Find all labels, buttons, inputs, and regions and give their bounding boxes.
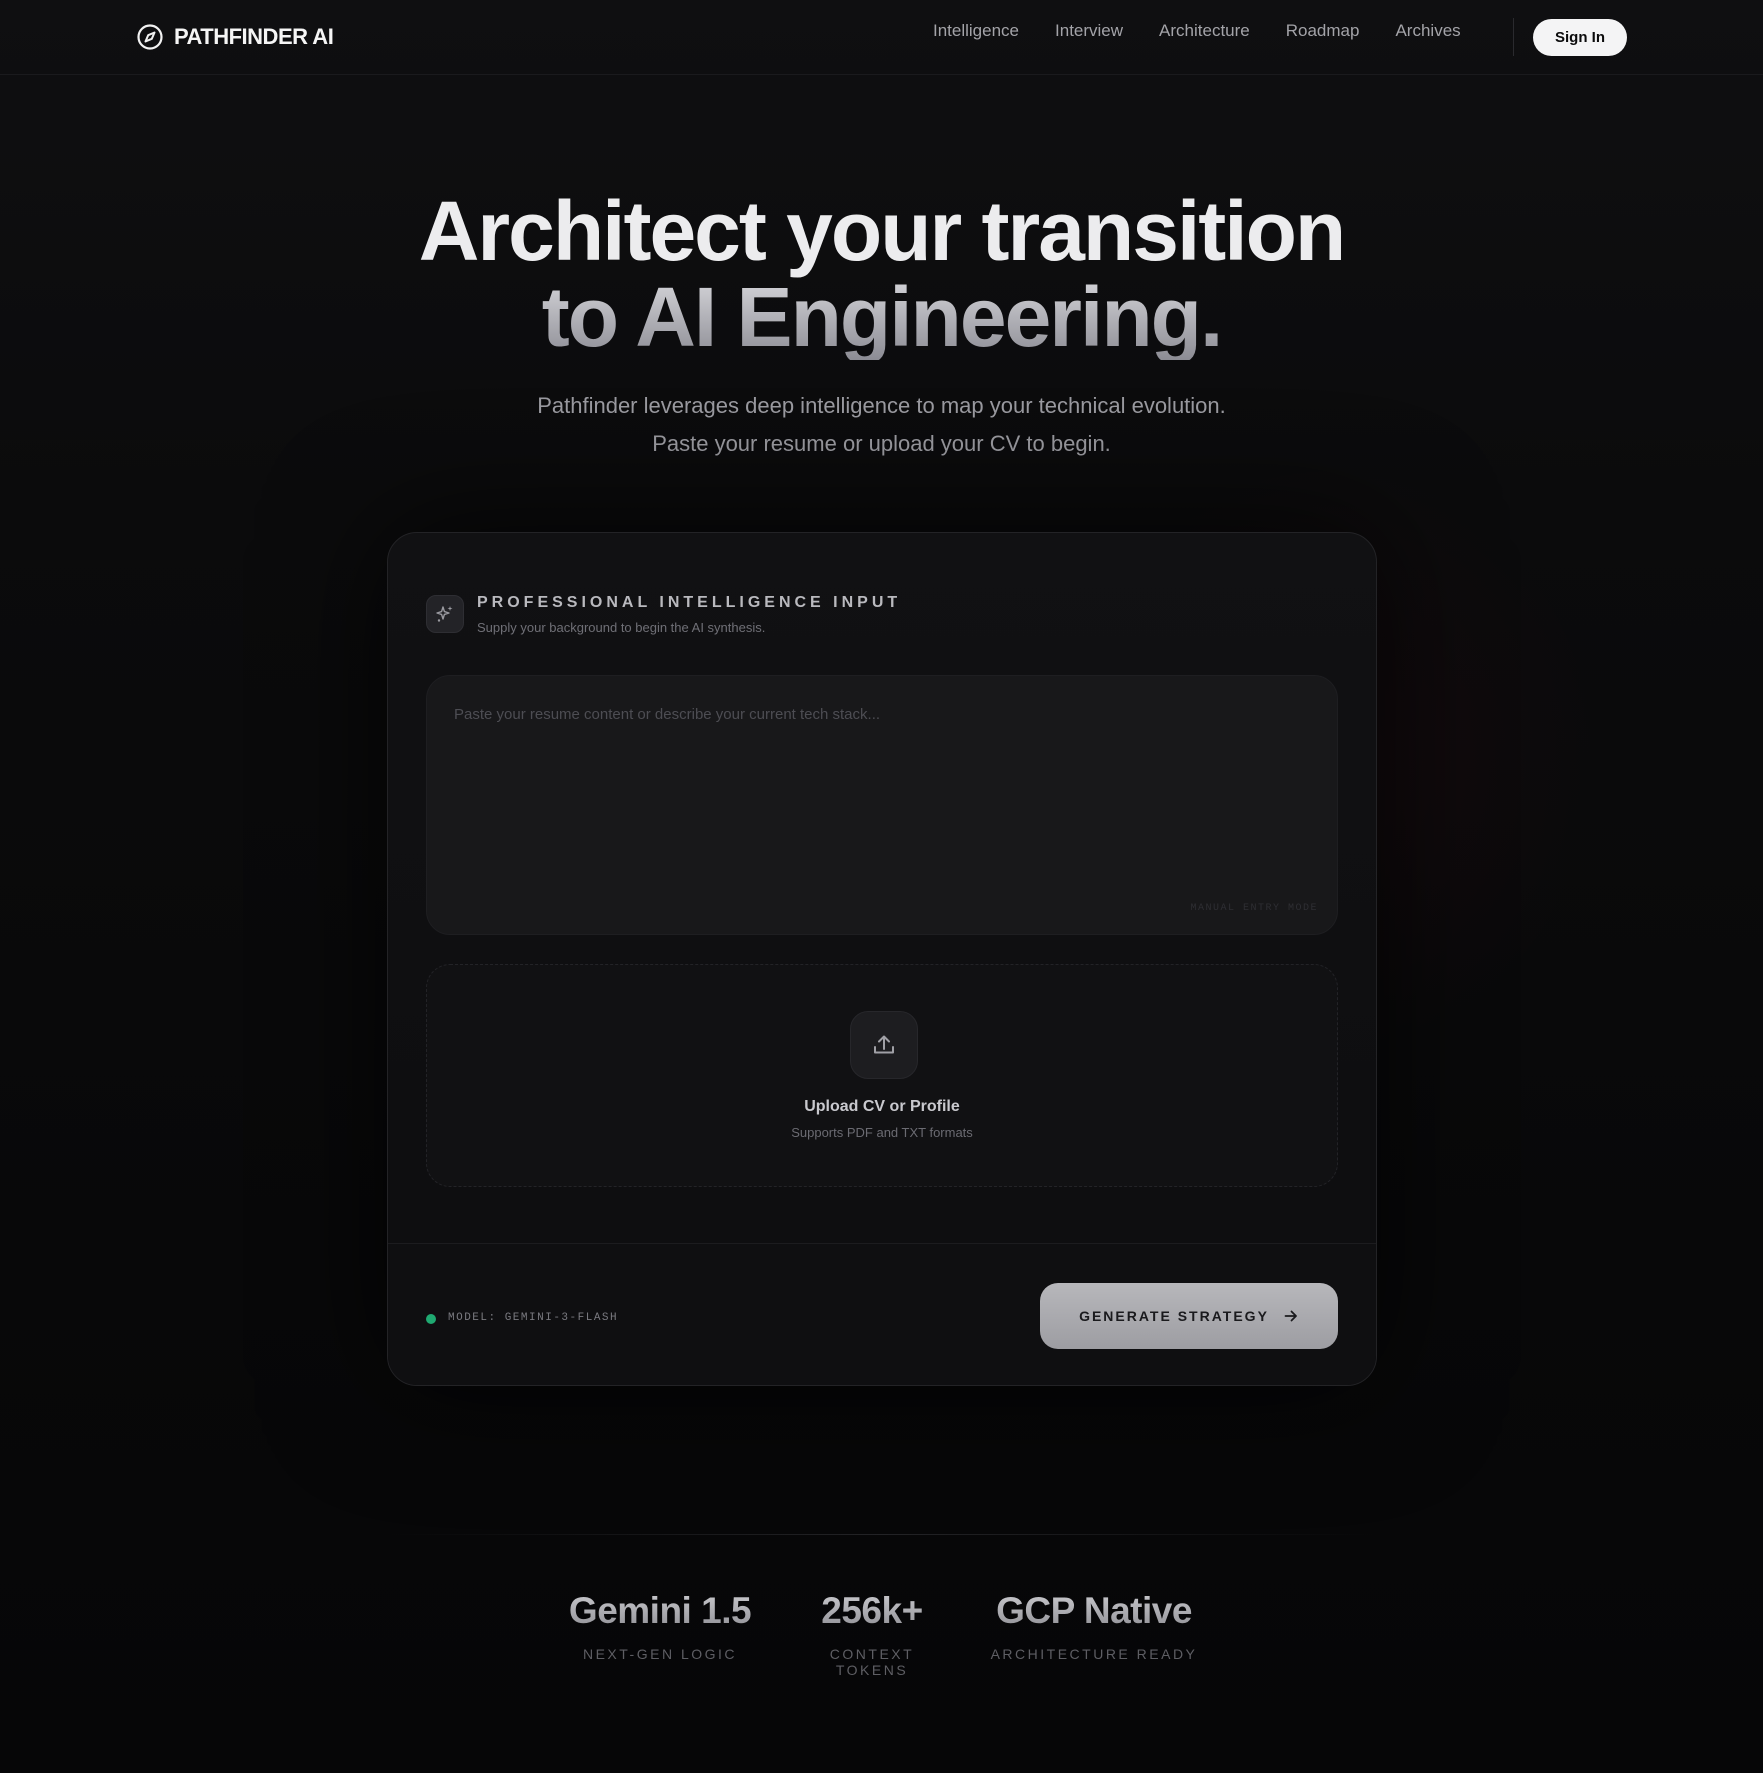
model-status-dot	[426, 1314, 436, 1324]
stat-label: ARCHITECTURE READY	[990, 1646, 1198, 1662]
nav-link-intelligence[interactable]: Intelligence	[915, 20, 1037, 42]
hero-subtitle-line-1: Pathfinder leverages deep intelligence t…	[537, 393, 1226, 418]
compass-icon	[137, 24, 163, 50]
resume-textarea[interactable]	[427, 676, 1337, 934]
resume-textarea-container: MANUAL ENTRY MODE	[426, 675, 1338, 935]
stat-value: Gemini 1.5	[560, 1588, 760, 1634]
stat-gemini: Gemini 1.5 NEXT-GEN LOGIC	[560, 1588, 760, 1662]
stats-divider	[387, 1534, 1377, 1535]
upload-subtitle: Supports PDF and TXT formats	[791, 1125, 973, 1140]
top-navigation: PATHFINDER AI Intelligence Interview Arc…	[0, 0, 1763, 75]
card-title: PROFESSIONAL INTELLIGENCE INPUT	[477, 594, 902, 611]
stat-label: NEXT-GEN LOGIC	[582, 1646, 738, 1662]
nav-link-archives[interactable]: Archives	[1377, 20, 1478, 42]
hero-subtitle-line-2: Paste your resume or upload your CV to b…	[652, 431, 1111, 456]
nav-links: Intelligence Interview Architecture Road…	[915, 20, 1479, 42]
stat-context-tokens: 256k+ CONTEXT TOKENS	[791, 1588, 953, 1678]
stat-label: CONTEXT TOKENS	[829, 1646, 915, 1678]
sign-in-button[interactable]: Sign In	[1533, 19, 1627, 56]
generate-strategy-label: GENERATE STRATEGY	[1079, 1308, 1269, 1324]
hero-title-line-2: to AI Engineering.	[0, 274, 1763, 360]
hero-subtitle: Pathfinder leverages deep intelligence t…	[0, 387, 1763, 463]
upload-icon	[850, 1011, 918, 1079]
sparkles-icon	[426, 595, 464, 633]
nav-divider	[1513, 18, 1514, 56]
stat-gcp-native: GCP Native ARCHITECTURE READY	[985, 1588, 1203, 1662]
brand-logo[interactable]: PATHFINDER AI	[136, 23, 334, 51]
hero-title-line-1: Architect your transition	[418, 184, 1346, 278]
card-description: Supply your background to begin the AI s…	[477, 620, 766, 635]
generate-strategy-button[interactable]: GENERATE STRATEGY	[1040, 1283, 1338, 1349]
arrow-right-icon	[1284, 1310, 1297, 1322]
stat-value: GCP Native	[985, 1588, 1203, 1634]
nav-link-interview[interactable]: Interview	[1037, 20, 1141, 42]
manual-entry-mode-tag: MANUAL ENTRY MODE	[1190, 903, 1318, 914]
upload-title: Upload CV or Profile	[804, 1098, 960, 1115]
nav-link-roadmap[interactable]: Roadmap	[1268, 20, 1378, 42]
nav-link-architecture[interactable]: Architecture	[1141, 20, 1268, 42]
intelligence-input-card: PROFESSIONAL INTELLIGENCE INPUT Supply y…	[387, 532, 1377, 1386]
card-footer: MODEL: GEMINI-3-FLASH GENERATE STRATEGY	[388, 1243, 1376, 1385]
model-label: MODEL: GEMINI-3-FLASH	[448, 1312, 619, 1324]
stat-value: 256k+	[791, 1588, 953, 1634]
hero-title: Architect your transition to AI Engineer…	[0, 188, 1763, 360]
upload-dropzone[interactable]: Upload CV or Profile Supports PDF and TX…	[426, 964, 1338, 1187]
brand-name: PATHFINDER AI	[174, 24, 334, 49]
